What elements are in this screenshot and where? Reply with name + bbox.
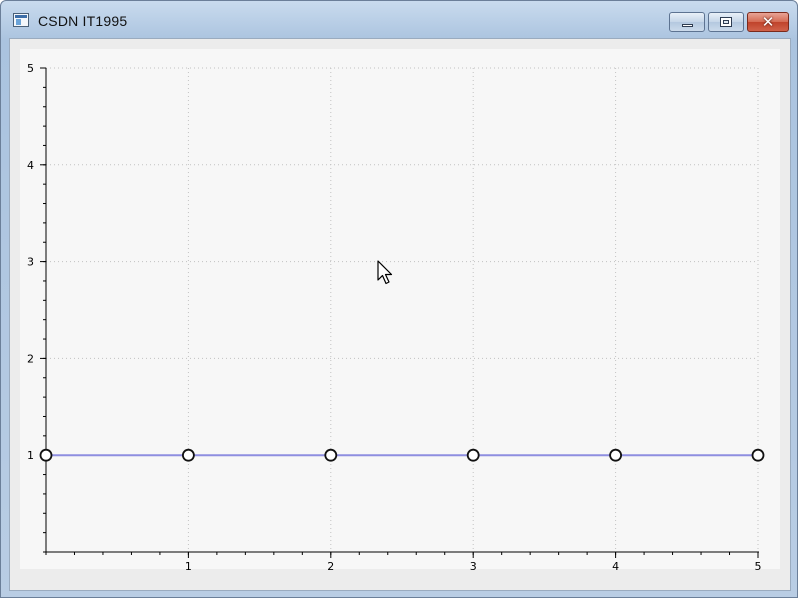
y-tick-label: 3 bbox=[27, 256, 34, 269]
data-point bbox=[466, 448, 480, 462]
app-window-icon[interactable] bbox=[13, 13, 29, 27]
data-point bbox=[751, 448, 765, 462]
x-tick-label: 1 bbox=[185, 560, 192, 573]
y-tick-label: 4 bbox=[27, 159, 34, 172]
x-tick-label: 2 bbox=[327, 560, 334, 573]
maximize-button[interactable] bbox=[708, 12, 744, 32]
maximize-icon bbox=[720, 17, 732, 27]
title-bar[interactable]: CSDN IT1995 ✕ bbox=[1, 1, 797, 41]
x-tick-label: 5 bbox=[755, 560, 762, 573]
plot-background bbox=[20, 49, 780, 569]
close-icon: ✕ bbox=[761, 13, 775, 31]
y-tick-label: 1 bbox=[27, 449, 34, 462]
y-tick-label: 2 bbox=[27, 352, 34, 365]
window-title: CSDN IT1995 bbox=[38, 13, 128, 29]
data-point bbox=[324, 448, 338, 462]
y-tick-label: 5 bbox=[27, 62, 34, 75]
minimize-button[interactable] bbox=[669, 12, 705, 32]
data-point bbox=[39, 448, 53, 462]
plot-canvas[interactable]: 1 2 3 4 5 1 2 3 4 5 bbox=[10, 39, 790, 590]
plot-area: 1 2 3 4 5 1 2 3 4 5 bbox=[9, 38, 791, 591]
mouse-pointer-icon bbox=[377, 260, 393, 285]
minimize-icon bbox=[682, 24, 693, 27]
data-point bbox=[181, 448, 195, 462]
data-point bbox=[609, 448, 622, 462]
x-tick-label: 3 bbox=[470, 560, 477, 573]
app-window: CSDN IT1995 ✕ 1 2 3 4 5 1 2 3 4 5 bbox=[0, 0, 798, 598]
x-tick-label: 4 bbox=[612, 560, 619, 573]
close-button[interactable]: ✕ bbox=[747, 12, 789, 32]
